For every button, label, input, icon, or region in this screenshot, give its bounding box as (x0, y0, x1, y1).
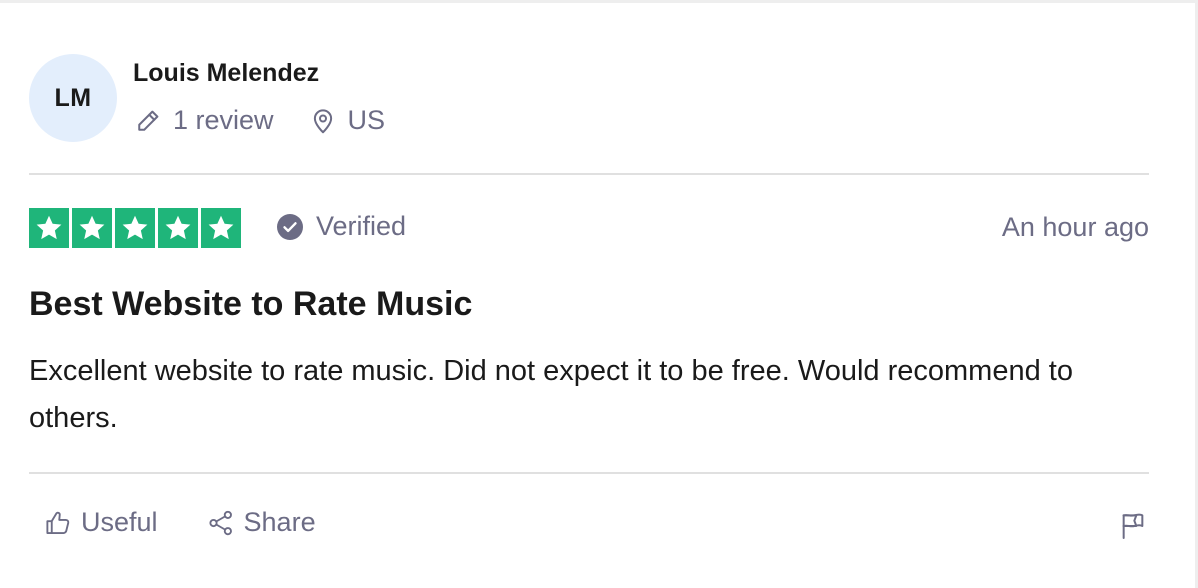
reviewer-location: US (308, 105, 386, 136)
rating-row: Verified An hour ago (29, 208, 1149, 248)
useful-button[interactable]: Useful (43, 507, 158, 538)
reviewer-header: LM Louis Melendez 1 review US (29, 51, 1149, 146)
flag-icon (1117, 510, 1149, 542)
star-icon (201, 208, 241, 248)
location-pin-icon (308, 106, 338, 136)
share-label: Share (243, 507, 316, 537)
review-count: 1 review (133, 105, 274, 136)
verified-check-icon (276, 213, 304, 241)
useful-label: Useful (81, 507, 158, 537)
review-title[interactable]: Best Website to Rate Music (29, 285, 472, 324)
reviewer-meta: 1 review US (133, 105, 385, 136)
share-button[interactable]: Share (206, 507, 316, 538)
share-icon (206, 508, 236, 538)
report-button[interactable] (1117, 510, 1149, 542)
divider (29, 173, 1149, 175)
divider (29, 472, 1149, 474)
reviewer-country: US (347, 105, 386, 135)
star-icon (29, 208, 69, 248)
star-icon (72, 208, 112, 248)
star-icon (158, 208, 198, 248)
avatar[interactable]: LM (29, 54, 117, 142)
star-icon (115, 208, 155, 248)
review-card: LM Louis Melendez 1 review US Verified A… (29, 3, 1149, 588)
reviewer-name[interactable]: Louis Melendez (133, 59, 319, 88)
star-rating (29, 208, 241, 248)
verified-label: Verified (316, 211, 407, 241)
review-body: Excellent website to rate music. Did not… (29, 355, 1073, 434)
review-count-label: 1 review (173, 105, 274, 135)
verified-badge[interactable]: Verified (276, 211, 406, 242)
thumbs-up-icon (43, 508, 73, 538)
review-actions: Useful Share (43, 507, 316, 538)
review-page: LM Louis Melendez 1 review US Verified A… (0, 0, 1198, 588)
pencil-icon (133, 106, 163, 136)
review-date: An hour ago (1001, 212, 1149, 242)
